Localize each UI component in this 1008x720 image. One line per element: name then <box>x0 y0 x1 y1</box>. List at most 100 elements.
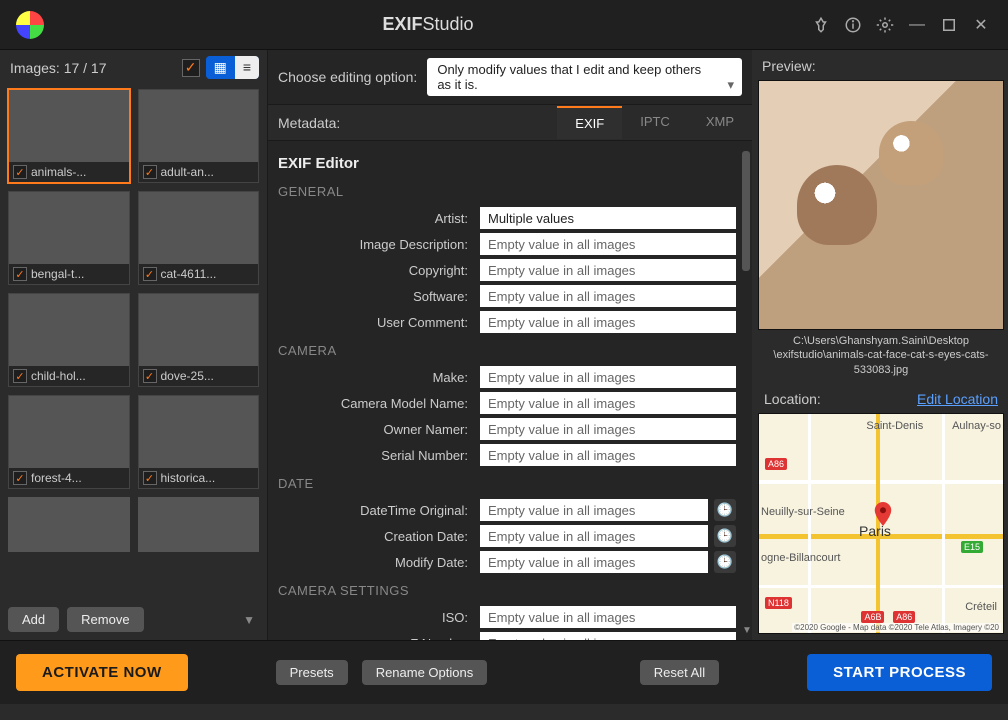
tab-exif[interactable]: EXIF <box>557 106 622 139</box>
image-description-input[interactable] <box>480 233 736 255</box>
metadata-label: Metadata: <box>278 115 557 131</box>
info-icon[interactable] <box>844 16 862 34</box>
preview-panel: Preview: C:\Users\Ghanshyam.Saini\Deskto… <box>752 50 1008 640</box>
title-light: Studio <box>422 14 473 34</box>
field-label: Owner Namer: <box>278 422 474 437</box>
thumb-checkbox[interactable]: ✓ <box>13 267 27 281</box>
activate-button[interactable]: ACTIVATE NOW <box>16 654 188 691</box>
pin-icon[interactable] <box>812 16 830 34</box>
presets-button[interactable]: Presets <box>276 660 348 685</box>
scroll-down-icon[interactable]: ▼ <box>243 613 259 627</box>
fnumber-input[interactable] <box>480 632 736 640</box>
thumbnail-item[interactable]: ✓ dove-25... <box>138 293 260 387</box>
location-label: Location: <box>764 391 821 407</box>
close-button[interactable]: ✕ <box>972 16 990 34</box>
preview-path: C:\Users\Ghanshyam.Saini\Desktop \exifst… <box>758 330 1004 381</box>
thumbnail-item[interactable] <box>8 497 130 552</box>
thumbnail-item[interactable]: ✓ forest-4... <box>8 395 130 489</box>
footer: ACTIVATE NOW Presets Rename Options Rese… <box>0 640 1008 704</box>
view-toggle[interactable]: ▦ ≡ <box>206 56 259 79</box>
field-label: Serial Number: <box>278 448 474 463</box>
maximize-button[interactable] <box>940 16 958 34</box>
thumbnail-panel: Images: 17 / 17 ✓ ▦ ≡ ✓animals-... ✓adul… <box>0 50 268 640</box>
field-label: User Comment: <box>278 315 474 330</box>
thumbnail-item[interactable]: ✓ adult-an... <box>138 89 260 183</box>
serial-input[interactable] <box>480 444 736 466</box>
map-pin-icon <box>874 502 892 520</box>
thumb-label: forest-4... <box>31 471 82 485</box>
thumbnail-item[interactable]: ✓historica... <box>138 395 260 489</box>
map-badge: A86 <box>765 458 787 470</box>
clock-icon[interactable]: 🕒 <box>714 551 736 573</box>
minimize-button[interactable]: — <box>908 16 926 34</box>
editing-option-select[interactable]: Only modify values that I edit and keep … <box>427 58 742 96</box>
thumbnail-item[interactable]: ✓ animals-... <box>8 89 130 183</box>
thumbnail-grid: ✓ animals-... ✓ adult-an... ✓bengal-t... ✓… <box>0 85 267 599</box>
creation-date-input[interactable] <box>480 525 708 547</box>
map-city: ogne-Billancourt <box>761 552 841 564</box>
thumbnail-item[interactable]: ✓ child-hol... <box>8 293 130 387</box>
field-label: DateTime Original: <box>278 503 474 518</box>
owner-name-input[interactable] <box>480 418 736 440</box>
preview-label: Preview: <box>758 56 1004 80</box>
app-logo <box>16 11 44 39</box>
thumb-label: animals-... <box>31 165 86 179</box>
field-label: Modify Date: <box>278 555 474 570</box>
artist-input[interactable] <box>480 207 736 229</box>
select-all-checkbox[interactable]: ✓ <box>182 59 200 77</box>
software-input[interactable] <box>480 285 736 307</box>
field-label: ISO: <box>278 610 474 625</box>
modify-date-input[interactable] <box>480 551 708 573</box>
tab-xmp[interactable]: XMP <box>688 106 752 139</box>
make-input[interactable] <box>480 366 736 388</box>
editor-scrollbar[interactable]: ▼ <box>742 151 750 636</box>
iso-input[interactable] <box>480 606 736 628</box>
thumb-checkbox[interactable]: ✓ <box>143 165 157 179</box>
field-label: Make: <box>278 370 474 385</box>
thumbnail-item[interactable]: ✓bengal-t... <box>8 191 130 285</box>
start-process-button[interactable]: START PROCESS <box>807 654 992 691</box>
thumbnail-item[interactable] <box>138 497 260 552</box>
title-bold: EXIF <box>382 14 422 34</box>
reset-all-button[interactable]: Reset All <box>640 660 719 685</box>
choose-label: Choose editing option: <box>278 69 417 85</box>
select-value: Only modify values that I edit and keep … <box>437 62 701 92</box>
field-label: Image Description: <box>278 237 474 252</box>
location-map[interactable]: Saint-Denis Aulnay-so Neuilly-sur-Seine … <box>758 413 1004 634</box>
tab-iptc[interactable]: IPTC <box>622 106 688 139</box>
thumb-checkbox[interactable]: ✓ <box>13 369 27 383</box>
rename-options-button[interactable]: Rename Options <box>362 660 488 685</box>
thumb-checkbox[interactable]: ✓ <box>143 471 157 485</box>
map-center-city: Paris <box>859 523 891 539</box>
clock-icon[interactable]: 🕒 <box>714 499 736 521</box>
thumb-checkbox[interactable]: ✓ <box>143 369 157 383</box>
thumb-checkbox[interactable]: ✓ <box>13 471 27 485</box>
remove-button[interactable]: Remove <box>67 607 143 632</box>
thumb-label: dove-25... <box>161 369 214 383</box>
user-comment-input[interactable] <box>480 311 736 333</box>
map-attribution: ©2020 Google - Map data ©2020 Tele Atlas… <box>792 623 1001 632</box>
thumb-label: adult-an... <box>161 165 214 179</box>
grid-view-icon[interactable]: ▦ <box>206 56 235 79</box>
map-city: Neuilly-sur-Seine <box>761 506 845 518</box>
list-view-icon[interactable]: ≡ <box>235 56 259 79</box>
edit-location-link[interactable]: Edit Location <box>917 391 998 407</box>
clock-icon[interactable]: 🕒 <box>714 525 736 547</box>
thumbnail-item[interactable]: ✓cat-4611... <box>138 191 260 285</box>
thumb-checkbox[interactable]: ✓ <box>13 165 27 179</box>
thumb-label: child-hol... <box>31 369 86 383</box>
field-label: F Number <box>278 636 474 641</box>
app-title: EXIFStudio <box>44 14 812 35</box>
titlebar: EXIFStudio — ✕ <box>0 0 1008 50</box>
thumb-checkbox[interactable]: ✓ <box>143 267 157 281</box>
preview-image <box>758 80 1004 330</box>
camera-model-input[interactable] <box>480 392 736 414</box>
editor-panel: Choose editing option: Only modify value… <box>268 50 752 640</box>
field-label: Artist: <box>278 211 474 226</box>
settings-icon[interactable] <box>876 16 894 34</box>
datetime-original-input[interactable] <box>480 499 708 521</box>
field-label: Copyright: <box>278 263 474 278</box>
add-button[interactable]: Add <box>8 607 59 632</box>
editor-title: EXIF Editor <box>278 155 736 172</box>
copyright-input[interactable] <box>480 259 736 281</box>
